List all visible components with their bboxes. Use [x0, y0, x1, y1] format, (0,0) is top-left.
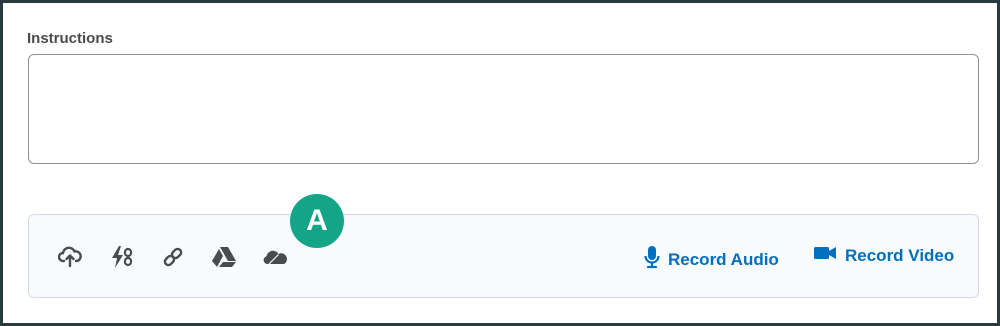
insert-link-button[interactable]: [159, 243, 187, 271]
assignment-instructions-panel: Instructions Record Audio Record Video A: [0, 0, 1000, 326]
instructions-field[interactable]: [28, 54, 979, 164]
quicklink-button[interactable]: [108, 243, 136, 271]
onedrive-icon: [262, 248, 288, 266]
record-video-button[interactable]: Record Video: [813, 245, 954, 266]
upload-cloud-icon: [58, 246, 82, 268]
link-icon: [161, 245, 185, 269]
callout-badge: A: [290, 194, 344, 248]
google-drive-button[interactable]: [210, 243, 238, 271]
record-audio-label: Record Audio: [668, 249, 779, 269]
onedrive-button[interactable]: [261, 243, 289, 271]
attachment-toolbar: Record Audio Record Video: [28, 214, 979, 298]
microphone-icon: [644, 245, 660, 274]
instructions-label: Instructions: [27, 30, 113, 47]
record-video-label: Record Video: [845, 245, 955, 265]
video-camera-icon: [813, 245, 837, 266]
upload-button[interactable]: [56, 243, 84, 271]
record-audio-button[interactable]: Record Audio: [644, 245, 779, 274]
google-drive-icon: [211, 246, 237, 268]
quicklink-icon: [109, 244, 135, 270]
